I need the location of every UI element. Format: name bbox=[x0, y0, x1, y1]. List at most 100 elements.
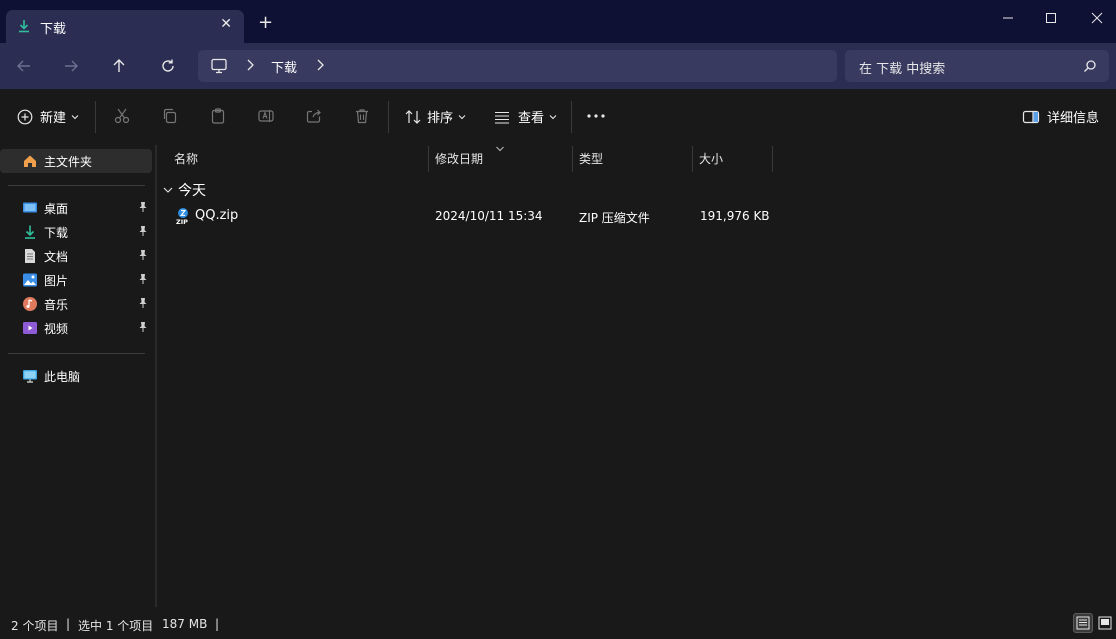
sidebar-item-label: 主文件夹 bbox=[44, 154, 93, 169]
refresh-button[interactable] bbox=[157, 55, 179, 77]
sort-label: 排序 bbox=[427, 111, 454, 126]
minimize-icon bbox=[1003, 17, 1013, 19]
sidebar-item-pictures[interactable]: 图片 bbox=[0, 268, 152, 292]
chevron-down-icon bbox=[71, 114, 79, 119]
group-label: 今天 bbox=[178, 183, 206, 199]
column-header-type[interactable]: 类型 bbox=[573, 146, 692, 172]
address-bar[interactable]: 下载 bbox=[198, 50, 837, 82]
sidebar-item-label: 图片 bbox=[44, 273, 69, 288]
sidebar-item-label: 音乐 bbox=[44, 297, 69, 312]
zip-file-icon: ZIP bbox=[174, 207, 192, 228]
tab-downloads[interactable]: 下载 ✕ bbox=[6, 10, 244, 43]
search-input[interactable]: 在 下载 中搜索 bbox=[845, 50, 1109, 82]
rename-button[interactable] bbox=[257, 107, 275, 125]
music-icon bbox=[22, 296, 38, 312]
details-label: 详细信息 bbox=[1047, 111, 1100, 126]
toolbar-divider bbox=[388, 101, 389, 133]
sort-button[interactable]: 排序 bbox=[404, 107, 467, 126]
toolbar-divider bbox=[95, 101, 96, 133]
sidebar-item-label: 此电脑 bbox=[44, 369, 81, 384]
paste-icon bbox=[211, 108, 225, 124]
tab-close-button[interactable]: ✕ bbox=[220, 16, 232, 32]
pin-icon[interactable] bbox=[138, 249, 148, 264]
details-view-button[interactable] bbox=[1073, 613, 1093, 633]
column-header-size[interactable]: 大小 bbox=[693, 146, 772, 172]
sidebar-divider bbox=[8, 185, 145, 186]
sidebar-item-music[interactable]: 音乐 bbox=[0, 292, 152, 316]
trash-icon bbox=[356, 109, 368, 124]
minimize-button[interactable] bbox=[998, 8, 1018, 28]
group-header-today[interactable]: 今天 bbox=[162, 180, 206, 200]
chevron-right-icon[interactable] bbox=[314, 58, 326, 76]
column-header-name[interactable]: 名称 bbox=[168, 146, 428, 172]
more-options-button[interactable] bbox=[586, 107, 606, 125]
chevron-right-icon[interactable] bbox=[244, 58, 256, 76]
status-item-count: 2 个项目 bbox=[11, 619, 59, 633]
maximize-icon bbox=[1046, 13, 1056, 23]
pin-icon[interactable] bbox=[138, 321, 148, 336]
details-pane-icon bbox=[1022, 110, 1040, 123]
back-button[interactable] bbox=[13, 55, 35, 77]
rename-icon bbox=[258, 110, 274, 122]
close-window-button[interactable] bbox=[1087, 8, 1107, 28]
sidebar-item-documents[interactable]: 文档 bbox=[0, 244, 152, 268]
file-name: QQ.zip bbox=[195, 208, 239, 223]
chevron-down-icon bbox=[163, 187, 173, 193]
tiles-view-button[interactable] bbox=[1095, 613, 1115, 633]
copy-button[interactable] bbox=[161, 107, 179, 125]
pin-icon[interactable] bbox=[138, 297, 148, 312]
sidebar-item-downloads[interactable]: 下载 bbox=[0, 220, 152, 244]
file-modified: 2024/10/11 15:34 bbox=[435, 209, 543, 223]
breadcrumb-downloads[interactable]: 下载 bbox=[271, 57, 297, 76]
tiles-view-icon bbox=[1098, 616, 1112, 630]
sidebar-item-videos[interactable]: 视频 bbox=[0, 316, 152, 340]
pin-icon[interactable] bbox=[138, 225, 148, 240]
pane-splitter[interactable] bbox=[155, 145, 157, 607]
view-list-icon bbox=[495, 111, 509, 124]
paste-button[interactable] bbox=[209, 107, 227, 125]
column-divider[interactable] bbox=[772, 146, 773, 172]
view-label: 查看 bbox=[518, 111, 545, 126]
download-icon bbox=[22, 224, 38, 240]
file-size: 191,976 KB bbox=[700, 209, 770, 223]
sort-icon bbox=[405, 109, 421, 124]
arrow-left-icon bbox=[17, 60, 30, 72]
pin-icon[interactable] bbox=[138, 273, 148, 288]
new-tab-button[interactable]: + bbox=[258, 14, 273, 32]
arrow-right-icon bbox=[65, 60, 78, 72]
computer-icon bbox=[22, 368, 38, 384]
chevron-down-icon bbox=[549, 114, 557, 119]
close-icon bbox=[1091, 12, 1103, 24]
share-button[interactable] bbox=[305, 107, 323, 125]
sidebar-item-this-pc[interactable]: 此电脑 bbox=[0, 364, 152, 388]
sidebar-item-label: 文档 bbox=[44, 249, 69, 264]
details-pane-button[interactable]: 详细信息 bbox=[1022, 107, 1099, 126]
status-selected: 选中 1 个项目 bbox=[78, 619, 154, 633]
status-separator: | bbox=[66, 617, 71, 631]
maximize-button[interactable] bbox=[1041, 8, 1061, 28]
sidebar-item-desktop[interactable]: 桌面 bbox=[0, 196, 152, 220]
pin-icon[interactable] bbox=[138, 201, 148, 216]
sort-indicator-icon bbox=[495, 142, 505, 157]
monitor-icon bbox=[210, 57, 228, 79]
view-button[interactable]: 查看 bbox=[493, 107, 558, 126]
new-label: 新建 bbox=[40, 111, 67, 126]
status-bar: 2 个项目 | 选中 1 个项目 187 MB | bbox=[0, 607, 1116, 639]
scissors-icon bbox=[114, 108, 130, 124]
document-icon bbox=[22, 248, 38, 264]
forward-button[interactable] bbox=[60, 55, 82, 77]
file-type: ZIP 压缩文件 bbox=[579, 211, 650, 225]
sidebar-item-home[interactable]: 主文件夹 bbox=[0, 149, 152, 173]
file-row[interactable]: ZIP QQ.zip 2024/10/11 15:34 ZIP 压缩文件 191… bbox=[162, 204, 774, 228]
new-button[interactable]: 新建 bbox=[17, 107, 80, 126]
tab-title: 下载 bbox=[40, 22, 67, 37]
up-button[interactable] bbox=[108, 55, 130, 77]
sidebar-item-label: 桌面 bbox=[44, 201, 69, 216]
plus-circle-icon bbox=[17, 109, 33, 124]
pictures-icon bbox=[22, 272, 38, 288]
delete-button[interactable] bbox=[353, 107, 371, 125]
svg-text:ZIP: ZIP bbox=[176, 218, 188, 225]
cut-button[interactable] bbox=[113, 107, 131, 125]
details-view-icon bbox=[1076, 616, 1090, 630]
status-selected-size: 187 MB bbox=[162, 617, 208, 631]
